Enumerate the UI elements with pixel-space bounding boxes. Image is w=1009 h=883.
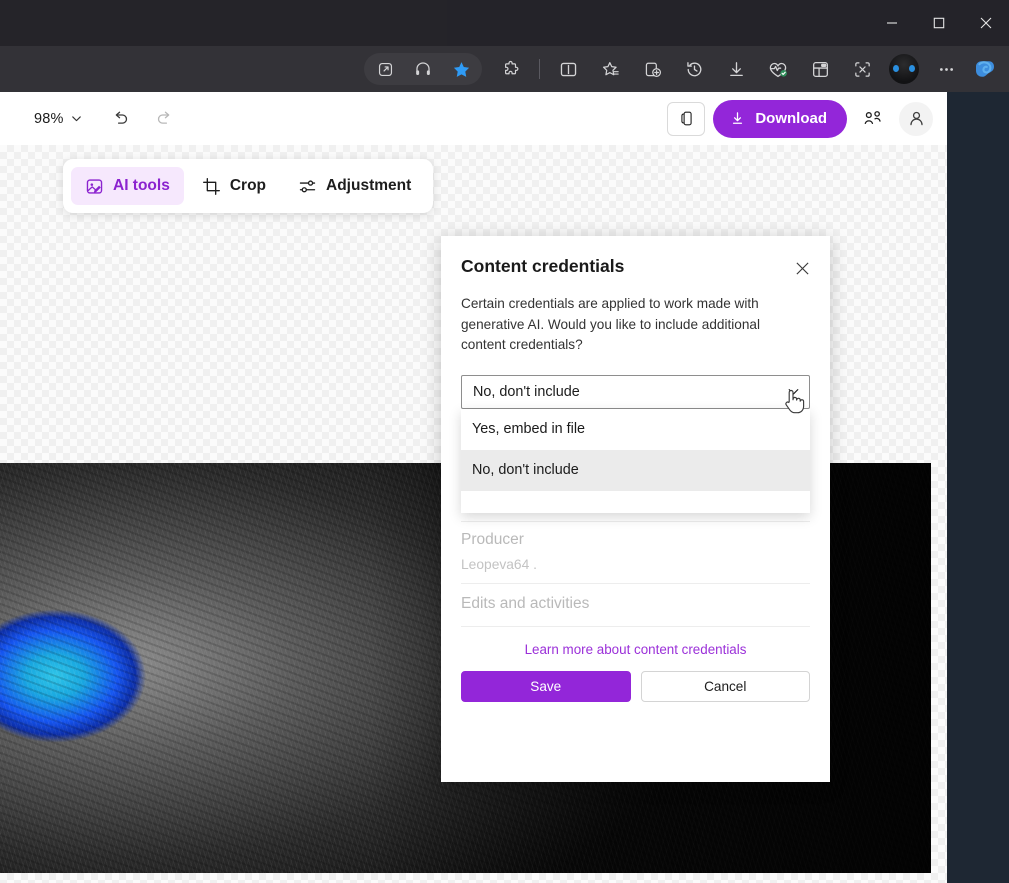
headphones-button[interactable] [406,54,440,84]
copilot-button[interactable] [971,55,999,83]
tool-ai-tools[interactable]: AI tools [71,167,184,205]
maximize-button[interactable] [915,0,962,46]
redo-icon [158,111,170,124]
download-button[interactable]: Download [713,99,847,138]
select-option-label: No, don't include [472,462,579,479]
tool-label: AI tools [113,177,170,194]
add-favorite-button[interactable] [593,54,627,84]
select-option-label: Yes, embed in file [472,421,586,438]
more-options-button[interactable] [929,54,963,84]
open-in-new-icon [378,62,392,76]
title-bar-left-region [0,0,447,46]
tool-label: Crop [229,177,267,194]
favorites-add-icon [602,61,619,75]
metadata-value: Leopeva64 . [461,556,537,572]
chevron-down-icon [786,384,801,399]
ai-magic-image-icon [85,177,104,196]
dialog-header: Content credentials [441,236,830,284]
history-button[interactable] [677,54,711,84]
designer-app-page: 98% Download AI tools Crop Adjustment Co… [0,92,947,883]
split-screen-button[interactable] [551,54,585,84]
adjustment-sliders-icon [298,177,317,196]
mobile-preview-button[interactable] [667,101,706,136]
downloads-button[interactable] [719,54,753,84]
app-header-actions: Download [667,99,933,138]
tool-adjustment[interactable]: Adjustment [284,167,425,205]
dialog-close-button[interactable] [786,252,818,284]
close-icon [980,17,991,29]
puzzle-extensions-icon [504,60,518,74]
cancel-button[interactable]: Cancel [640,670,810,702]
download-arrow-icon [729,110,746,127]
minimize-icon [886,22,897,24]
window-controls [868,0,1009,46]
performance-icon [769,62,787,78]
window-right-gutter [947,92,1009,883]
select-option-yes-embed[interactable]: Yes, embed in file [461,409,810,450]
favorites-star-button[interactable] [444,54,478,84]
credentials-select-menu: Yes, embed in file No, don't include [461,408,810,513]
history-controls [105,103,181,135]
browser-toolbar [0,46,1009,92]
zoom-level-label: 98% [34,110,64,127]
app-header: 98% Download [0,92,947,145]
minimize-button[interactable] [868,0,915,46]
toolbar-divider [539,59,540,79]
editor-toolbar: AI tools Crop Adjustment [63,159,434,213]
undo-button[interactable] [105,103,137,135]
crop-icon [202,177,221,196]
screenshot-icon [854,61,870,77]
browser-essentials-icon [812,61,828,77]
credentials-select-value: No, don't include [473,383,580,400]
credentials-select-wrapper: No, don't include Yes, embed in file No,… [461,374,810,513]
account-person-icon [909,111,923,126]
more-options-icon [939,67,953,71]
performance-button[interactable] [761,54,795,84]
screenshot-button[interactable] [845,54,879,84]
collections-button[interactable] [635,54,669,84]
content-credentials-dialog: Content credentials Certain credentials … [441,236,830,782]
download-button-label: Download [755,110,827,127]
dialog-actions: Save Cancel [441,657,830,702]
close-icon [795,261,809,275]
metadata-row-producer: Producer Leopeva64 . [461,522,810,584]
maximize-icon [933,17,944,29]
close-window-button[interactable] [962,0,1009,46]
credentials-select[interactable]: No, don't include [461,374,810,409]
metadata-label: Edits and activities [461,594,590,612]
learn-more-link[interactable]: Learn more about content credentials [441,642,830,657]
chevron-down-icon [70,112,83,125]
extension-pill-group [364,53,482,85]
metadata-label: Producer [461,530,524,548]
downloads-icon [729,61,743,76]
open-in-new-button[interactable] [368,54,402,84]
title-bar [0,0,1009,46]
dialog-description: Certain credentials are applied to work … [461,296,761,353]
save-button[interactable]: Save [461,670,631,702]
copilot-icon [976,61,994,77]
extensions-button[interactable] [494,54,528,84]
share-icon [864,111,881,125]
browser-window: 98% Download AI tools Crop Adjustment Co… [0,0,1009,883]
star-filled-icon [453,61,469,77]
redo-button[interactable] [149,103,181,135]
dialog-title: Content credentials [461,256,625,276]
collections-icon [645,62,661,77]
metadata-row-edits: Edits and activities [461,584,810,627]
account-button[interactable] [899,101,933,136]
share-button[interactable] [855,102,891,136]
profile-avatar[interactable] [889,54,919,84]
history-icon [686,61,701,76]
tool-label: Adjustment [326,177,412,194]
zoom-control[interactable]: 98% [34,111,83,127]
split-screen-icon [560,62,576,76]
mobile-device-icon [681,111,692,126]
browser-essentials-button[interactable] [803,54,837,84]
undo-icon [115,111,128,124]
tool-crop[interactable]: Crop [188,167,280,205]
select-option-no-dont-include[interactable]: No, don't include [461,449,810,491]
headphones-icon [416,62,430,76]
